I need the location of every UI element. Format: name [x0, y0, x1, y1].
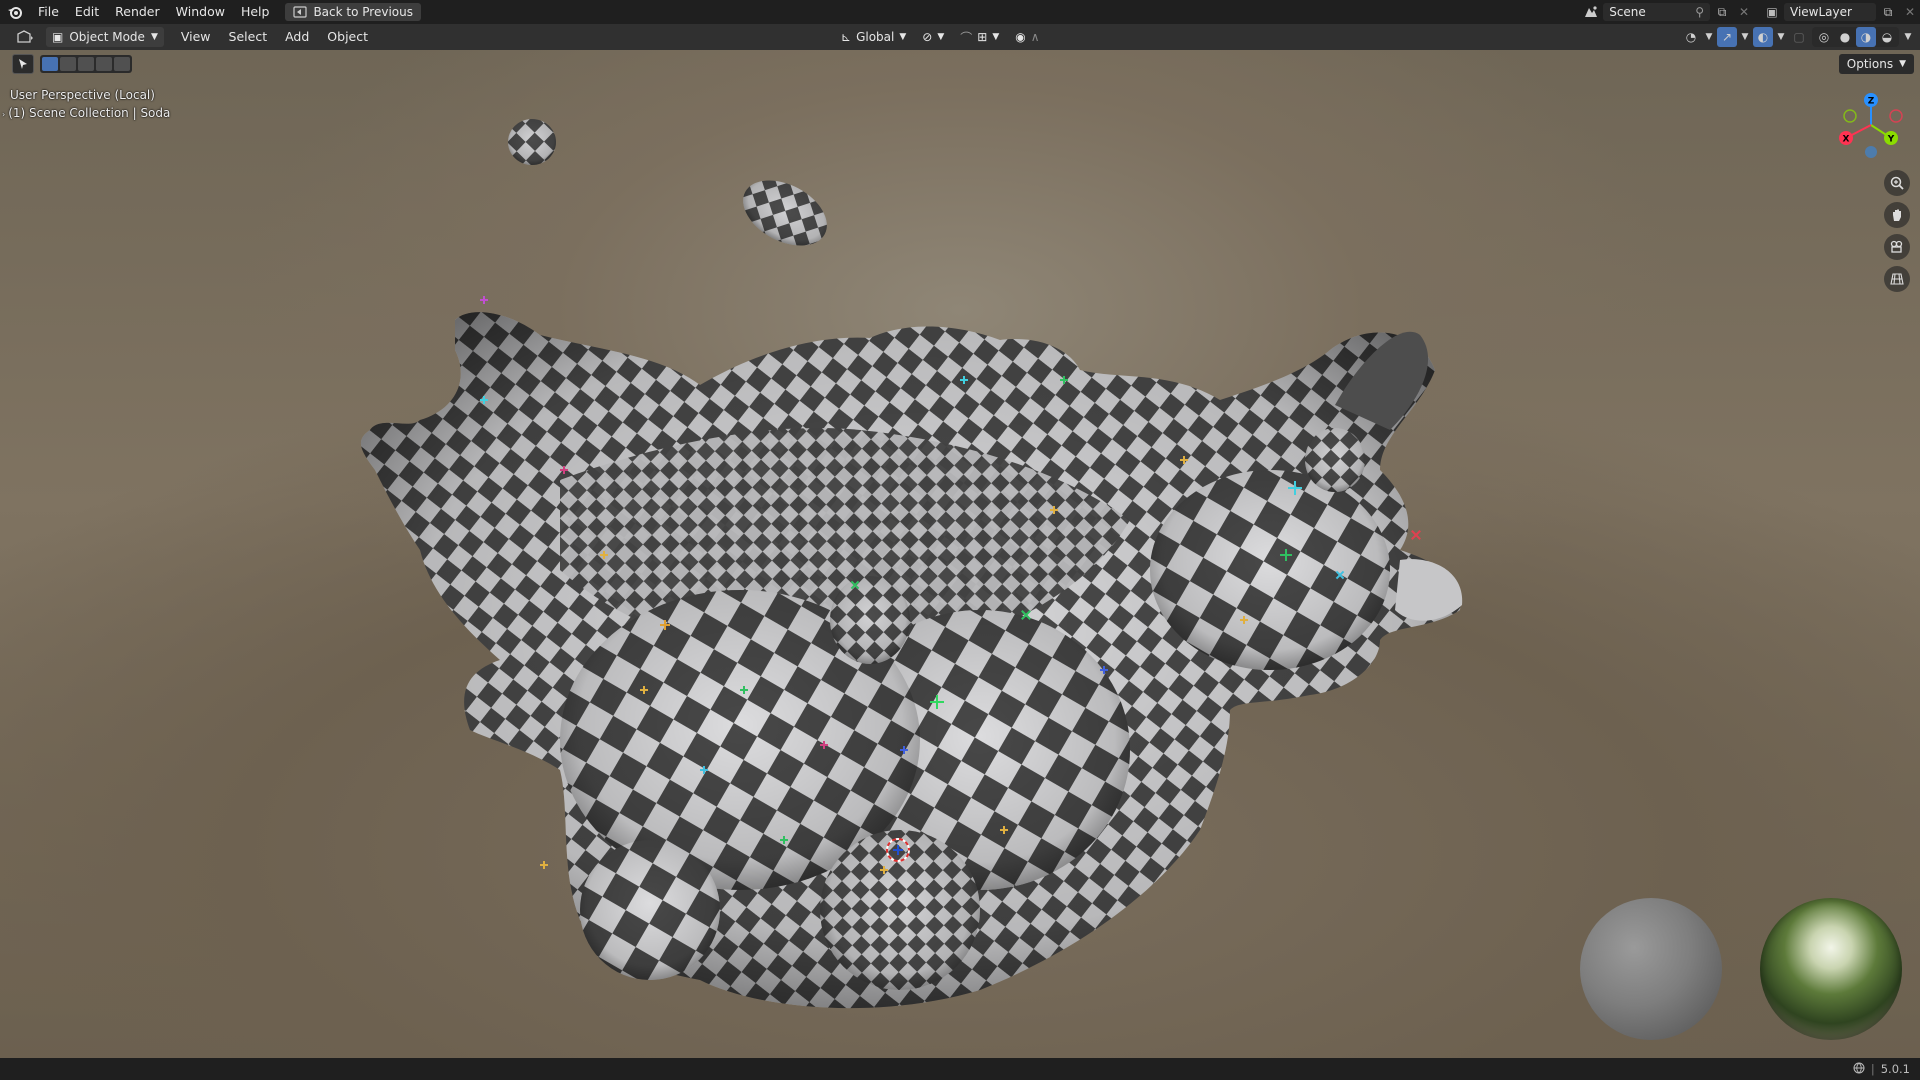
scene-name: Scene	[1609, 5, 1646, 19]
select-new-icon[interactable]	[42, 57, 58, 71]
viewport-display-tools: ◔ ▼ ↗ ▼ ◐ ▼ ▢ ◎ ● ◑ ◒ ▼	[1681, 27, 1914, 47]
view-layer-field[interactable]: ViewLayer	[1784, 3, 1876, 21]
header-menu-add[interactable]: Add	[276, 24, 318, 50]
chevron-down-icon[interactable]: ▼	[1704, 27, 1714, 47]
topbar-right: Scene ⚲ ⧉ ✕ ▣ ViewLayer ⧉ ✕	[1581, 0, 1920, 24]
view-layer-selector-icon[interactable]: ▣	[1762, 3, 1782, 21]
view-layer-name: ViewLayer	[1790, 5, 1852, 19]
version-label: 5.0.1	[1880, 1062, 1910, 1076]
hdri-preview-sphere	[1760, 898, 1902, 1040]
chevron-down-icon: ▼	[937, 32, 945, 42]
overlays-toggle-icon[interactable]: ◐	[1753, 27, 1773, 47]
falloff-icon: ∧	[1030, 30, 1040, 44]
gizmo-neg-x[interactable]	[1889, 109, 1903, 123]
chevron-down-icon[interactable]: ▼	[1902, 27, 1914, 47]
snap-target-icon: ⊞	[977, 30, 988, 44]
back-to-previous-label: Back to Previous	[313, 5, 413, 19]
orientation-axes-icon: ⊾	[841, 30, 852, 44]
select-extend-icon[interactable]	[60, 57, 76, 71]
pivot-icon: ⊘	[922, 30, 933, 44]
xray-toggle-icon[interactable]: ▢	[1789, 27, 1809, 47]
status-separator: |	[1870, 1062, 1875, 1076]
chevron-down-icon: ▼	[899, 32, 907, 42]
gizmo-neg-y[interactable]	[1843, 109, 1857, 123]
collection-expand-chevron-icon[interactable]: ›	[2, 110, 5, 119]
top-bar: File Edit Render Window Help Back to Pre…	[0, 0, 1920, 24]
menu-help[interactable]: Help	[233, 0, 278, 24]
viewport-header: ▣ Object Mode ▼ View Select Add Object ⊾…	[0, 24, 1920, 50]
header-menu-object[interactable]: Object	[318, 24, 377, 50]
collection-label: › (1) Scene Collection | Soda	[2, 104, 171, 124]
studio-light-preview-sphere	[1580, 898, 1722, 1040]
new-view-layer-icon[interactable]: ⧉	[1878, 3, 1898, 21]
close-view-layer-icon[interactable]: ✕	[1900, 3, 1920, 21]
options-label: Options	[1846, 57, 1894, 71]
gizmo-x-label: X	[1843, 135, 1850, 145]
gizmo-toggle-icon[interactable]: ↗	[1717, 27, 1737, 47]
chevron-down-icon: ▼	[992, 32, 1000, 42]
selection-mode-group	[40, 55, 132, 73]
status-bar: | 5.0.1	[0, 1058, 1920, 1080]
chevron-down-icon: ▼	[1899, 59, 1906, 69]
editor-type-icon[interactable]	[8, 27, 42, 47]
pivot-point-dropdown[interactable]: ⊘ ▼	[917, 27, 949, 47]
floating-droplet-2[interactable]	[732, 167, 838, 259]
navigation-buttons	[1884, 170, 1910, 292]
gizmo-y-label: Y	[1887, 135, 1895, 145]
floating-droplet-1[interactable]	[508, 119, 556, 165]
object-mode-icon: ▣	[52, 30, 64, 44]
shading-mode-group: ◎ ● ◑ ◒	[1812, 27, 1899, 47]
magnet-icon: ⌒	[960, 30, 973, 45]
transform-orientation-label: Global	[856, 30, 895, 44]
chevron-down-icon: ▼	[150, 32, 158, 42]
perspective-label: User Perspective (Local)	[10, 88, 155, 102]
transform-orientation-dropdown[interactable]: ⊾ Global ▼	[836, 27, 911, 47]
header-menu-view[interactable]: View	[172, 24, 220, 50]
new-scene-icon[interactable]: ⧉	[1712, 3, 1732, 21]
object-mode-dropdown[interactable]: ▣ Object Mode ▼	[46, 27, 164, 47]
options-dropdown[interactable]: Options ▼	[1838, 54, 1914, 74]
chevron-down-icon[interactable]: ▼	[1740, 27, 1750, 47]
select-tool-icon[interactable]	[12, 54, 34, 74]
rendered-shading-icon[interactable]: ◒	[1877, 27, 1897, 47]
menu-file[interactable]: File	[30, 0, 67, 24]
menu-edit[interactable]: Edit	[67, 0, 107, 24]
material-preview-shading-icon[interactable]: ◑	[1856, 27, 1876, 47]
scene-field[interactable]: Scene ⚲	[1603, 3, 1710, 21]
pin-icon[interactable]: ⚲	[1695, 5, 1704, 19]
back-to-previous-button[interactable]: Back to Previous	[285, 3, 421, 21]
snap-dropdown[interactable]: ⌒ ⊞ ▼	[955, 27, 1004, 47]
transform-tools: ⊾ Global ▼ ⊘ ▼ ⌒ ⊞ ▼ ◉ ∧	[836, 27, 1045, 47]
proportional-edit-dropdown[interactable]: ◉ ∧	[1010, 27, 1044, 47]
gizmo-neg-z[interactable]	[1865, 146, 1877, 158]
collection-text: (1) Scene Collection | Soda	[8, 106, 171, 120]
header-menu-select[interactable]: Select	[220, 24, 277, 50]
chevron-down-icon[interactable]: ▼	[1776, 27, 1786, 47]
zoom-icon[interactable]	[1884, 170, 1910, 196]
proportional-edit-icon: ◉	[1015, 30, 1026, 44]
navigation-gizmo[interactable]: Z Y X	[1836, 90, 1906, 160]
wireframe-shading-icon[interactable]: ◎	[1814, 27, 1834, 47]
visibility-eye-icon[interactable]: ◔	[1681, 27, 1701, 47]
pan-hand-icon[interactable]	[1884, 202, 1910, 228]
object-mode-label: Object Mode	[69, 30, 145, 44]
scene-selector-icon[interactable]	[1581, 3, 1601, 21]
blender-logo-icon[interactable]	[0, 0, 30, 24]
menu-render[interactable]: Render	[107, 0, 168, 24]
close-scene-icon[interactable]: ✕	[1734, 3, 1754, 21]
soda-splash-mesh[interactable]	[360, 312, 1463, 1009]
solid-shading-icon[interactable]: ●	[1835, 27, 1855, 47]
gizmo-z-label: Z	[1868, 97, 1875, 107]
tool-row	[12, 54, 132, 74]
select-intersect-icon[interactable]	[114, 57, 130, 71]
perspective-toggle-grid-icon[interactable]	[1884, 266, 1910, 292]
menu-window[interactable]: Window	[168, 0, 233, 24]
select-subtract-icon[interactable]	[78, 57, 94, 71]
viewport-info: User Perspective (Local) › (1) Scene Coll…	[2, 86, 171, 124]
globe-icon	[1853, 1062, 1865, 1077]
select-invert-icon[interactable]	[96, 57, 112, 71]
camera-view-icon[interactable]	[1884, 234, 1910, 260]
screen-back-icon	[293, 6, 308, 18]
